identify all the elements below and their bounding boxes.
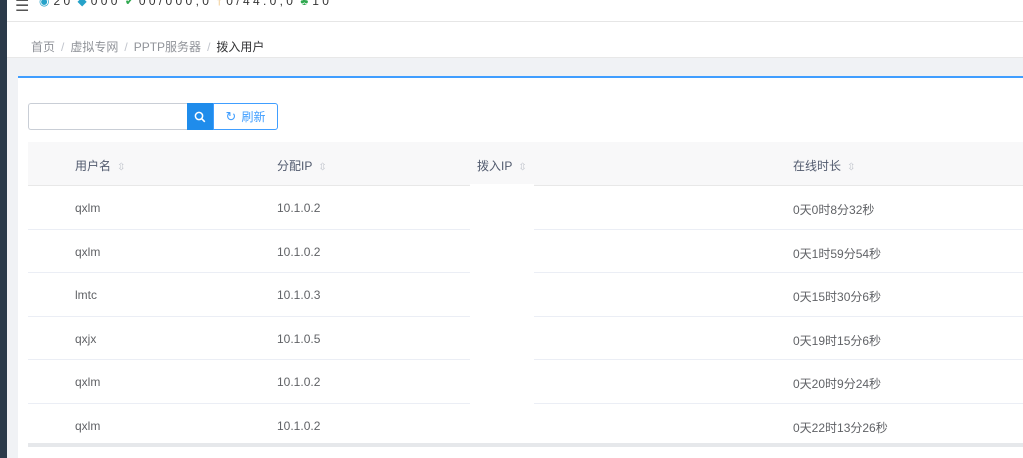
sort-icon[interactable]: ⇳: [318, 162, 326, 173]
cell-online-duration: 0天15时30分6秒: [793, 290, 882, 304]
breadcrumb-separator: /: [207, 40, 211, 54]
cell-username: qxlm: [75, 375, 101, 389]
breadcrumb-current: 拨入用户: [216, 40, 265, 54]
upload-icon: ↑: [216, 0, 223, 8]
breadcrumb-home[interactable]: 首页: [31, 40, 55, 54]
cell-assigned-ip: 10.1.0.5: [277, 331, 321, 346]
refresh-icon: ↻: [225, 109, 237, 124]
column-label: 用户名: [75, 159, 112, 173]
stat-1: 2 0: [53, 0, 71, 8]
cell-online-duration: 0天20时9分24秒: [793, 377, 882, 391]
refresh-button[interactable]: ↻ 刷新: [213, 103, 278, 130]
cell-username: qxlm: [75, 244, 101, 259]
cell-username: qxlm: [75, 418, 101, 433]
search-input[interactable]: [28, 103, 188, 130]
column-header-dialin-ip[interactable]: 拨入IP ⇳: [477, 157, 527, 174]
users-icon: ♣: [300, 0, 309, 8]
cell-assigned-ip: 10.1.0.2: [277, 375, 321, 389]
stat-2: 0 0 0: [90, 0, 118, 8]
cell-assigned-ip: 10.1.0.2: [277, 418, 321, 433]
cell-username: lmtc: [75, 288, 97, 302]
cell-online-duration: 0天1时59分54秒: [793, 246, 882, 261]
sidebar-edge: [0, 0, 7, 458]
cpu-icon: ◉: [39, 0, 50, 8]
sort-icon[interactable]: ⇳: [518, 162, 526, 173]
search-icon: [194, 111, 206, 123]
cell-online-duration: 0天19时15分6秒: [793, 333, 882, 348]
top-bar: ☰ ◉ 2 0 ◆ 0 0 0 ✔ 0 0 / 0 0 0 , 0 ↑ 0 / 4 4 …: [7, 0, 1023, 22]
cell-assigned-ip: 10.1.0.2: [277, 201, 321, 215]
breadcrumb-separator: /: [124, 40, 128, 54]
breadcrumb-separator: /: [61, 40, 65, 54]
sort-icon[interactable]: ⇳: [117, 162, 125, 173]
status-stats: ◉ 2 0 ◆ 0 0 0 ✔ 0 0 / 0 0 0 , 0 ↑ 0 / 4 4 . …: [39, 0, 333, 8]
breadcrumb-vpn[interactable]: 虚拟专网: [70, 40, 118, 54]
cell-assigned-ip: 10.1.0.3: [277, 288, 321, 302]
cell-username: qxjx: [75, 331, 97, 346]
breadcrumb-bar: 首页 / 虚拟专网 / PPTP服务器 / 拨入用户: [7, 22, 1023, 58]
breadcrumb-pptp-server[interactable]: PPTP服务器: [134, 40, 201, 54]
column-header-username[interactable]: 用户名 ⇳: [75, 157, 125, 174]
cell-online-duration: 0天22时13分26秒: [793, 420, 888, 435]
search-button[interactable]: [187, 103, 213, 130]
table-header: 用户名 ⇳ 分配IP ⇳ 拨入IP ⇳ 在线时长 ⇳: [28, 142, 1023, 186]
breadcrumb: 首页 / 虚拟专网 / PPTP服务器 / 拨入用户: [31, 38, 264, 55]
column-header-assigned-ip[interactable]: 分配IP ⇳: [277, 157, 327, 174]
sort-icon[interactable]: ⇳: [847, 162, 855, 173]
column-header-online-duration[interactable]: 在线时长 ⇳: [793, 157, 855, 174]
horizontal-scrollbar[interactable]: [28, 443, 1023, 447]
column-label: 在线时长: [793, 159, 842, 173]
stat-4: 0 / 4 4 . 0 , 0: [226, 0, 293, 8]
cell-assigned-ip: 10.1.0.2: [277, 244, 321, 259]
refresh-label: 刷新: [241, 110, 266, 124]
diamond-icon: ◆: [77, 0, 87, 8]
column-label: 分配IP: [277, 159, 313, 173]
check-icon: ✔: [124, 0, 135, 8]
cell-online-duration: 0天0时8分32秒: [793, 203, 875, 217]
redaction-mask: [470, 184, 534, 458]
hamburger-icon[interactable]: ☰: [15, 0, 29, 16]
stat-3: 0 0 / 0 0 0 , 0: [138, 0, 209, 8]
column-label: 拨入IP: [477, 159, 513, 173]
cell-username: qxlm: [75, 201, 101, 215]
stat-5: 1 0: [312, 0, 329, 8]
